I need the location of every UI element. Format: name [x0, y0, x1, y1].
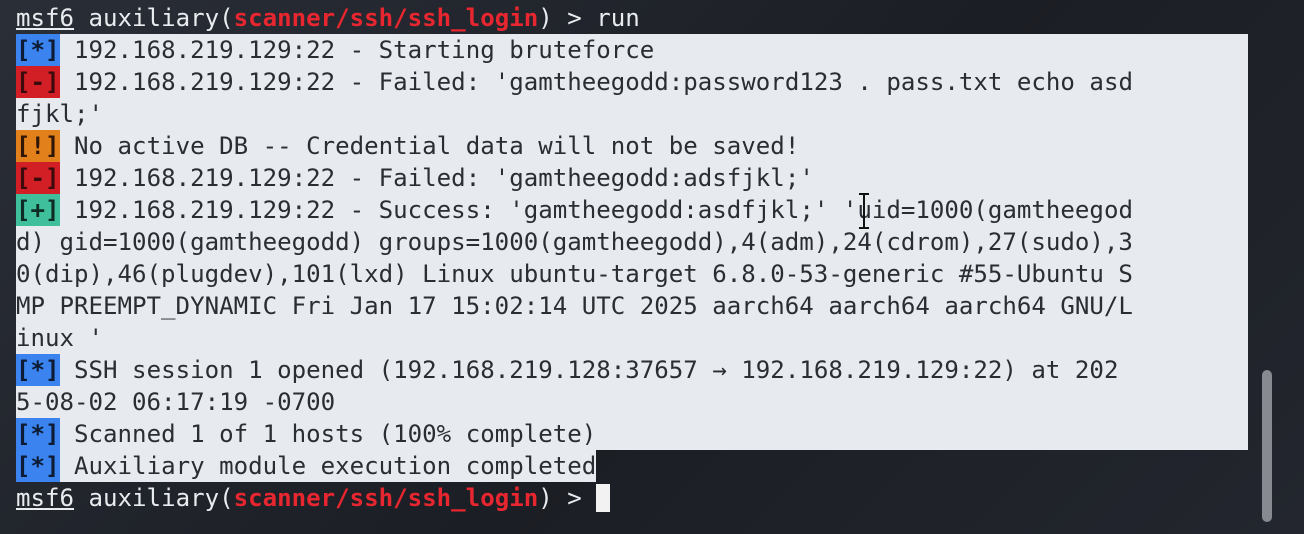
i-beam-cursor-icon: [858, 192, 870, 232]
status-badge-info: [*]: [16, 418, 60, 450]
terminal-output: msf6 auxiliary(scanner/ssh/ssh_login) > …: [16, 2, 1248, 514]
status-badge-error: [-]: [16, 162, 60, 194]
output-text: SSH session 1 opened (192.168.219.128:37…: [59, 356, 1119, 384]
output-line: [*] Scanned 1 of 1 hosts (100% complete): [16, 418, 1248, 450]
output-line: [-] 192.168.219.129:22 - Failed: 'gamthe…: [16, 66, 1248, 98]
status-badge-warning: [!]: [16, 130, 60, 162]
status-badge-info: [*]: [16, 450, 60, 482]
output-text: 192.168.219.129:22 - Success: 'gamtheego…: [59, 196, 1133, 224]
prompt-suffix: ) >: [538, 4, 597, 32]
terminal-window[interactable]: msf6 auxiliary(scanner/ssh/ssh_login) > …: [0, 0, 1304, 534]
output-text: 192.168.219.129:22 - Failed: 'gamtheegod…: [59, 68, 1133, 96]
output-line: inux ': [16, 322, 1248, 354]
scrollbar-thumb[interactable]: [1262, 370, 1272, 522]
prompt-suffix: ) >: [538, 484, 597, 512]
output-line: [*] SSH session 1 opened (192.168.219.12…: [16, 354, 1248, 386]
output-text: 5-08-02 06:17:19 -0700: [16, 388, 336, 416]
status-badge-error: [-]: [16, 66, 60, 98]
prompt-name: msf6: [16, 4, 75, 32]
text-cursor: [596, 484, 611, 512]
output-text: fjkl;': [16, 100, 104, 128]
output-text: 192.168.219.129:22 - Failed: 'gamtheegod…: [59, 164, 814, 192]
output-text: d) gid=1000(gamtheegodd) groups=1000(gam…: [16, 228, 1133, 256]
output-line: [+] 192.168.219.129:22 - Success: 'gamth…: [16, 194, 1248, 226]
status-badge-success: [+]: [16, 194, 60, 226]
prompt-module: scanner/ssh/ssh_login: [233, 4, 539, 32]
output-line: [*] Auxiliary module execution completed: [16, 450, 1248, 482]
status-badge-info: [*]: [16, 354, 60, 386]
prompt-module: scanner/ssh/ssh_login: [233, 484, 539, 512]
prompt-context: auxiliary(: [74, 4, 234, 32]
output-line: fjkl;': [16, 98, 1248, 130]
scrollbar[interactable]: [1262, 0, 1272, 534]
output-text: 0(dip),46(plugdev),101(lxd) Linux ubuntu…: [16, 260, 1133, 288]
prompt-context: auxiliary(: [74, 484, 234, 512]
status-badge-info: [*]: [16, 34, 60, 66]
output-line: 5-08-02 06:17:19 -0700: [16, 386, 1248, 418]
output-line: d) gid=1000(gamtheegodd) groups=1000(gam…: [16, 226, 1248, 258]
output-text: MP PREEMPT_DYNAMIC Fri Jan 17 15:02:14 U…: [16, 292, 1133, 320]
prompt-line: msf6 auxiliary(scanner/ssh/ssh_login) > …: [16, 2, 1248, 34]
output-line: [-] 192.168.219.129:22 - Failed: 'gamthe…: [16, 162, 1248, 194]
output-text: No active DB -- Credential data will not…: [59, 132, 800, 160]
output-text: Scanned 1 of 1 hosts (100% complete): [59, 420, 597, 448]
output-line: MP PREEMPT_DYNAMIC Fri Jan 17 15:02:14 U…: [16, 290, 1248, 322]
output-text: 192.168.219.129:22 - Starting bruteforce: [59, 36, 655, 64]
entered-command: run: [596, 4, 640, 32]
output-text: inux ': [16, 324, 104, 352]
output-line: 0(dip),46(plugdev),101(lxd) Linux ubuntu…: [16, 258, 1248, 290]
active-prompt-line[interactable]: msf6 auxiliary(scanner/ssh/ssh_login) >: [16, 482, 1248, 514]
prompt-name: msf6: [16, 484, 75, 512]
output-line: [*] 192.168.219.129:22 - Starting brutef…: [16, 34, 1248, 66]
output-line: [!] No active DB -- Credential data will…: [16, 130, 1248, 162]
output-text: Auxiliary module execution completed: [59, 452, 597, 480]
